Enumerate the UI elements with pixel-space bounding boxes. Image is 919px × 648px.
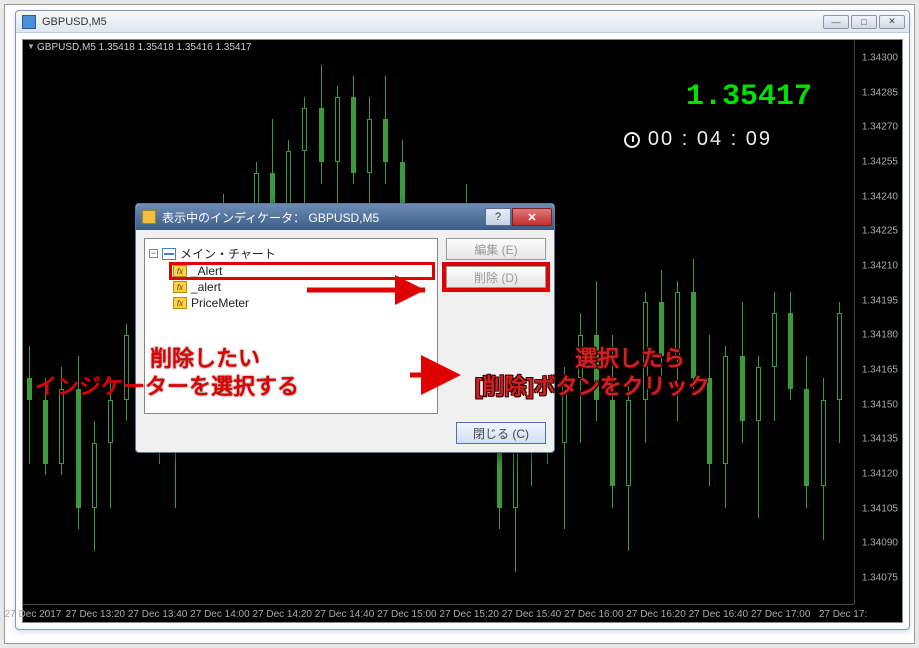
x-tick: 27 Dec 14:40 bbox=[315, 609, 375, 620]
y-tick: 1.34285 bbox=[862, 87, 898, 98]
indicator-icon: fx bbox=[173, 297, 187, 309]
tree-item-label: PriceMeter bbox=[191, 296, 249, 310]
minimize-button[interactable]: — bbox=[823, 15, 849, 29]
edit-button[interactable]: 編集 (E) bbox=[446, 238, 546, 260]
x-tick: 27 Dec 15:40 bbox=[502, 609, 562, 620]
x-tick: 27 Dec 2017 bbox=[5, 609, 62, 620]
annotation-left-1: 削除したい bbox=[150, 345, 260, 374]
y-tick: 1.34255 bbox=[862, 157, 898, 168]
y-tick: 1.34210 bbox=[862, 261, 898, 272]
y-tick: 1.34075 bbox=[862, 573, 898, 584]
x-tick: 27 Dec 13:20 bbox=[66, 609, 126, 620]
delete-button[interactable]: 削除 (D) bbox=[446, 266, 546, 288]
y-tick: 1.34120 bbox=[862, 469, 898, 480]
x-tick: 27 Dec 14:20 bbox=[252, 609, 312, 620]
y-tick: 1.34135 bbox=[862, 434, 898, 445]
y-tick: 1.34105 bbox=[862, 503, 898, 514]
y-tick: 1.34195 bbox=[862, 295, 898, 306]
x-tick: 27 Dec 15:20 bbox=[439, 609, 499, 620]
y-tick: 1.34150 bbox=[862, 399, 898, 410]
dialog-titlebar[interactable]: 表示中のインディケータ： GBPUSD,M5 ? ✕ bbox=[136, 204, 554, 230]
y-tick: 1.34300 bbox=[862, 53, 898, 64]
y-tick: 1.34180 bbox=[862, 330, 898, 341]
close-button[interactable]: ✕ bbox=[879, 15, 905, 29]
maximize-button[interactable]: □ bbox=[851, 15, 877, 29]
annotation-arrow-1 bbox=[307, 280, 437, 305]
annotation-right-2: [削除]ボタンをクリック bbox=[475, 373, 710, 402]
x-tick: 27 Dec 15:00 bbox=[377, 609, 437, 620]
annotation-right-1: 選択したら bbox=[575, 345, 685, 374]
tree-item-alert-1[interactable]: fx _Alert bbox=[171, 264, 433, 278]
annotation-arrow-2 bbox=[410, 363, 470, 392]
price-axis: 1.34300 1.34285 1.34270 1.34255 1.34240 1.342… bbox=[854, 40, 902, 604]
x-tick: 27 Dec 16:40 bbox=[689, 609, 749, 620]
dialog-help-button[interactable]: ? bbox=[485, 208, 511, 226]
y-tick: 1.34240 bbox=[862, 191, 898, 202]
dialog-title: 表示中のインディケータ： GBPUSD,M5 bbox=[162, 209, 485, 226]
x-tick: 27 Dec 16:20 bbox=[626, 609, 686, 620]
tree-root-label: メイン・チャート bbox=[180, 245, 276, 262]
tree-item-label: _Alert bbox=[191, 264, 222, 278]
tree-collapse-icon[interactable]: − bbox=[149, 249, 158, 258]
y-tick: 1.34225 bbox=[862, 226, 898, 237]
x-tick: 27 Dec 13:40 bbox=[128, 609, 188, 620]
chart-ohlc-header: GBPUSD,M5 1.35418 1.35418 1.35416 1.3541… bbox=[37, 42, 252, 53]
chart-icon bbox=[162, 248, 176, 260]
indicators-dialog: 表示中のインディケータ： GBPUSD,M5 ? ✕ − メイン・チャート fx… bbox=[135, 203, 555, 453]
x-tick: 27 Dec 17:00 bbox=[751, 609, 811, 620]
annotation-left-2: インジケーターを選択する bbox=[35, 373, 299, 402]
x-tick: 27 Dec 17: bbox=[819, 609, 867, 620]
x-tick: 27 Dec 14:00 bbox=[190, 609, 250, 620]
close-dialog-button[interactable]: 閉じる (C) bbox=[456, 422, 546, 444]
chart-window-icon bbox=[22, 15, 36, 29]
y-tick: 1.34165 bbox=[862, 365, 898, 376]
tree-root-item[interactable]: − メイン・チャート bbox=[149, 245, 433, 262]
dialog-icon bbox=[142, 210, 156, 224]
indicator-icon: fx bbox=[173, 281, 187, 293]
x-tick: 27 Dec 16:00 bbox=[564, 609, 624, 620]
chart-window-title: GBPUSD,M5 bbox=[42, 16, 823, 28]
indicator-icon: fx bbox=[173, 265, 187, 277]
tree-item-label: _alert bbox=[191, 280, 221, 294]
dialog-close-button[interactable]: ✕ bbox=[512, 208, 552, 226]
screenshot-frame: GBPUSD,M5 — □ ✕ GBPUSD,M5 1.35418 1.3541… bbox=[4, 4, 915, 644]
y-tick: 1.34270 bbox=[862, 122, 898, 133]
y-tick: 1.34090 bbox=[862, 538, 898, 549]
time-axis: 27 Dec 201727 Dec 13:2027 Dec 13:4027 De… bbox=[23, 604, 854, 622]
chart-titlebar[interactable]: GBPUSD,M5 — □ ✕ bbox=[16, 11, 909, 33]
